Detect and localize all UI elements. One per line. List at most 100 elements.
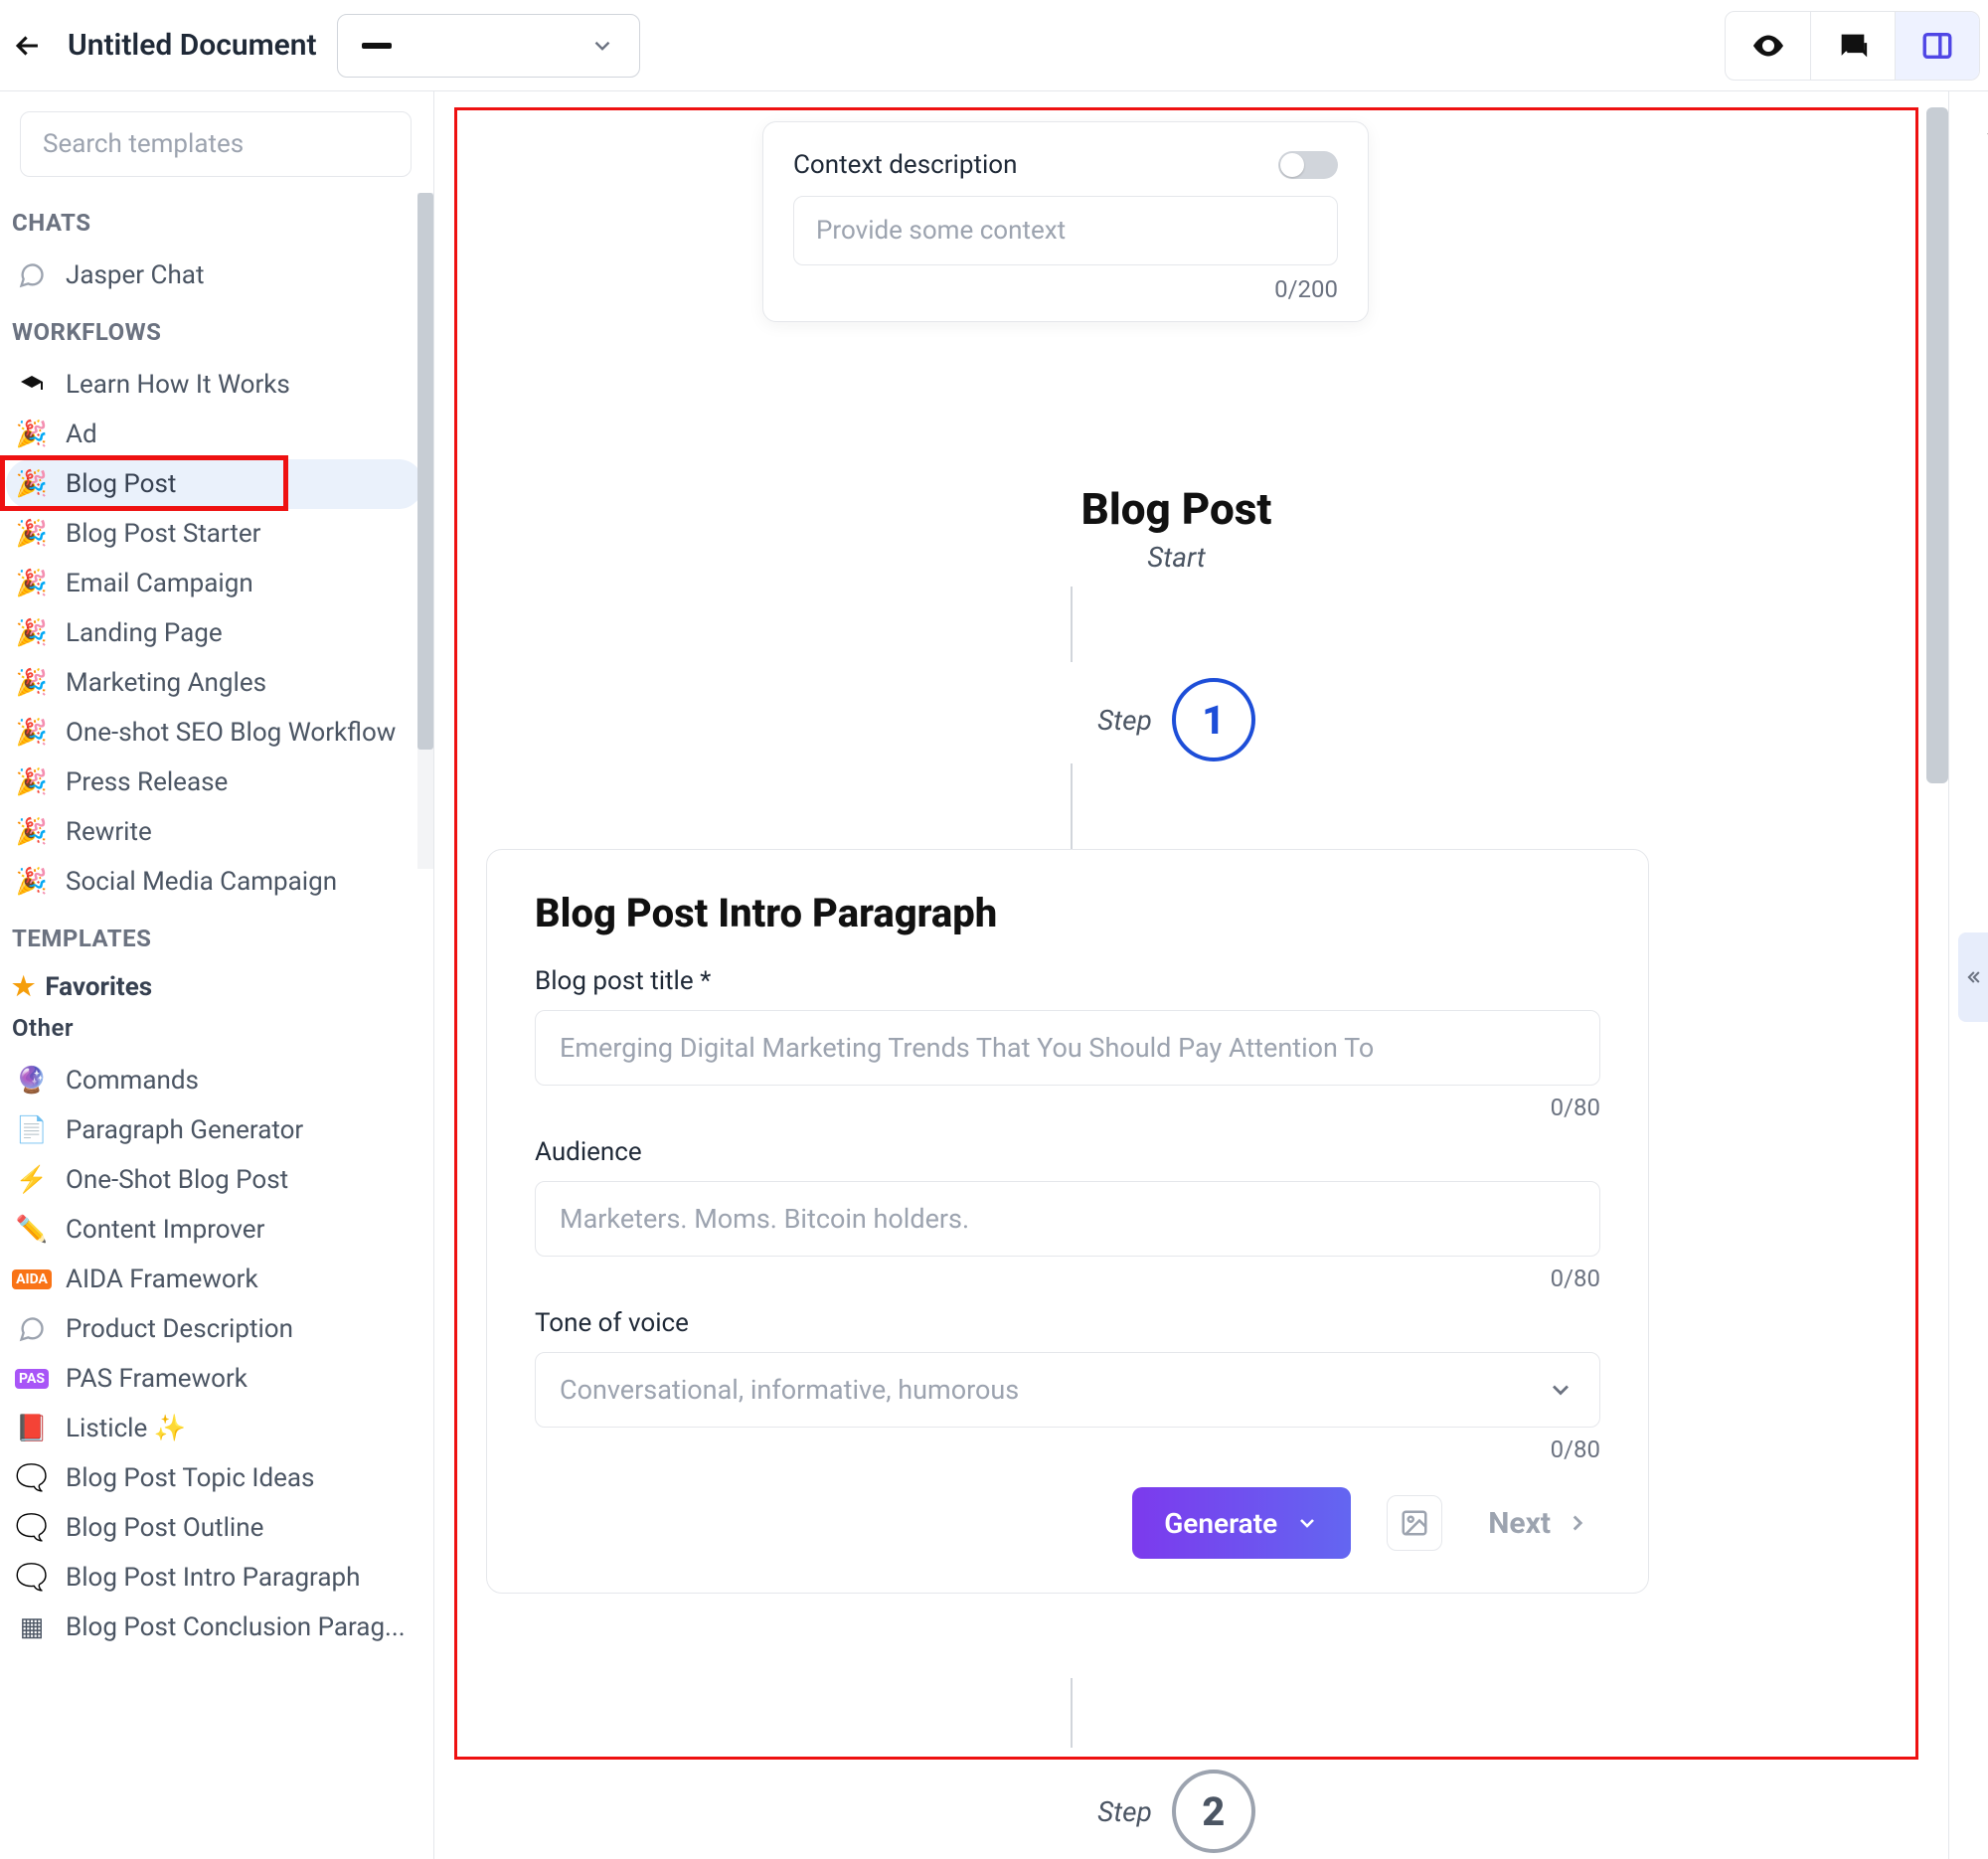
sidebar-item-one-shot-blog[interactable]: ⚡One-Shot Blog Post bbox=[6, 1155, 423, 1205]
panel-icon bbox=[1920, 29, 1954, 63]
workflows-heading: WORKFLOWS bbox=[6, 300, 423, 360]
chat-bubble-icon bbox=[16, 1313, 48, 1345]
sidebar-item-paragraph-generator[interactable]: 📄Paragraph Generator bbox=[6, 1105, 423, 1155]
main-canvas: Context description 0/200 Blog Post Star… bbox=[434, 91, 1988, 1859]
sidebar-item-ad[interactable]: 🎉 Ad bbox=[6, 410, 423, 459]
chat-bubble-icon bbox=[16, 259, 48, 291]
sparkle-icon: 🔮 bbox=[16, 1065, 48, 1097]
sidebar-item-content-improver[interactable]: ✏️Content Improver bbox=[6, 1205, 423, 1255]
chevron-down-icon[interactable] bbox=[1547, 1376, 1574, 1404]
templates-heading: TEMPLATES bbox=[6, 907, 423, 966]
right-gutter bbox=[1948, 91, 1988, 1859]
sidebar-item-label: Commands bbox=[66, 1066, 199, 1096]
sidebar-item-label: PAS Framework bbox=[66, 1364, 248, 1394]
sidebar-item-label: Listicle ✨ bbox=[66, 1414, 186, 1443]
highlight-box bbox=[0, 455, 288, 511]
rocket-icon: 🎉 bbox=[16, 419, 48, 450]
chat-icon bbox=[1836, 29, 1870, 63]
sidebar-item-email-campaign[interactable]: 🎉 Email Campaign bbox=[6, 559, 423, 608]
context-label: Context description bbox=[793, 150, 1017, 180]
generate-button[interactable]: Generate bbox=[1132, 1487, 1351, 1559]
sidebar-item-learn[interactable]: Learn How It Works bbox=[6, 360, 423, 410]
search-input[interactable] bbox=[20, 111, 412, 177]
sidebar-item-rewrite[interactable]: 🎉Rewrite bbox=[6, 807, 423, 857]
sidebar-item-aida[interactable]: AIDAAIDA Framework bbox=[6, 1255, 423, 1304]
chevron-left-double-icon bbox=[1963, 962, 1983, 992]
step-number: 2 bbox=[1202, 1788, 1225, 1835]
note-icon: 🗨️ bbox=[16, 1562, 48, 1594]
connector-line bbox=[1071, 1678, 1073, 1748]
sidebar-item-landing-page[interactable]: 🎉Landing Page bbox=[6, 608, 423, 658]
tone-counter: 0/80 bbox=[535, 1436, 1600, 1463]
chevron-right-icon bbox=[1565, 1510, 1590, 1536]
context-input[interactable] bbox=[793, 196, 1338, 265]
panel-toggle-button[interactable] bbox=[1895, 12, 1979, 80]
rocket-icon: 🎉 bbox=[16, 766, 48, 798]
context-counter: 0/200 bbox=[793, 275, 1338, 303]
sidebar-item-label: Email Campaign bbox=[66, 569, 253, 598]
sidebar-item-conclusion-paragraph[interactable]: ▦Blog Post Conclusion Parag... bbox=[6, 1603, 423, 1652]
sidebar-item-label: Marketing Angles bbox=[66, 668, 266, 698]
collapse-tab[interactable] bbox=[1958, 932, 1988, 1022]
sidebar-item-social-media[interactable]: 🎉 Social Media Campaign bbox=[6, 857, 423, 907]
connector-line bbox=[1071, 763, 1073, 851]
star-icon: ★ bbox=[12, 972, 35, 1002]
sidebar-item-marketing-angles[interactable]: 🎉Marketing Angles bbox=[6, 658, 423, 708]
sidebar-item-label: Product Description bbox=[66, 1314, 293, 1344]
intro-form-card: Blog Post Intro Paragraph Blog post titl… bbox=[486, 849, 1649, 1594]
undo-button[interactable] bbox=[1984, 121, 1988, 155]
blog-title-input[interactable] bbox=[535, 1010, 1600, 1086]
sidebar-item-label: Blog Post Outline bbox=[66, 1513, 263, 1543]
sidebar-item-blog-outline[interactable]: 🗨️Blog Post Outline bbox=[6, 1503, 423, 1553]
sidebar-item-seo-workflow[interactable]: 🎉One-shot SEO Blog Workflow bbox=[6, 708, 423, 758]
tone-input[interactable] bbox=[535, 1352, 1600, 1428]
sidebar-item-listicle[interactable]: 📕Listicle ✨ bbox=[6, 1404, 423, 1453]
sidebar-item-pas[interactable]: PAS PAS Framework bbox=[6, 1354, 423, 1404]
topbar-actions bbox=[1725, 11, 1980, 81]
mode-dropdown[interactable] bbox=[337, 14, 640, 78]
rocket-icon: 🎉 bbox=[16, 866, 48, 898]
step-1-circle[interactable]: 1 bbox=[1172, 678, 1255, 761]
audience-input[interactable] bbox=[535, 1181, 1600, 1257]
image-icon bbox=[1400, 1508, 1429, 1538]
step-number: 1 bbox=[1202, 697, 1225, 744]
other-heading: Other bbox=[6, 1008, 423, 1056]
sidebar-item-label: Social Media Campaign bbox=[66, 867, 337, 897]
eye-icon bbox=[1750, 28, 1786, 64]
favorites-row[interactable]: ★ Favorites bbox=[6, 966, 423, 1008]
sidebar-item-label: Paragraph Generator bbox=[66, 1115, 303, 1145]
step-label: Step bbox=[1097, 1795, 1152, 1828]
sidebar-item-product-description[interactable]: Product Description bbox=[6, 1304, 423, 1354]
sidebar-item-intro-paragraph[interactable]: 🗨️ Blog Post Intro Paragraph bbox=[6, 1553, 423, 1603]
image-button[interactable] bbox=[1387, 1495, 1442, 1551]
sidebar-item-press-release[interactable]: 🎉Press Release bbox=[6, 758, 423, 807]
step-2-row: Step 2 bbox=[434, 1770, 1918, 1853]
sidebar-item-blog-post-starter[interactable]: 🎉Blog Post Starter bbox=[6, 509, 423, 559]
chevron-down-icon bbox=[589, 33, 615, 59]
sidebar-scrollbar-thumb[interactable] bbox=[417, 193, 433, 750]
tone-label: Tone of voice bbox=[535, 1308, 1600, 1338]
next-label: Next bbox=[1488, 1506, 1551, 1541]
flow-subtitle: Start bbox=[434, 541, 1918, 574]
step-1-row: Step 1 bbox=[434, 678, 1918, 761]
sidebar: CHATS Jasper Chat WORKFLOWS Learn How It… bbox=[0, 91, 434, 1859]
step-2-circle[interactable]: 2 bbox=[1172, 1770, 1255, 1853]
preview-button[interactable] bbox=[1726, 12, 1810, 80]
topbar: Untitled Document bbox=[0, 0, 1988, 91]
context-toggle[interactable] bbox=[1278, 151, 1338, 179]
back-button[interactable] bbox=[8, 26, 48, 66]
sidebar-item-topic-ideas[interactable]: 🗨️Blog Post Topic Ideas bbox=[6, 1453, 423, 1503]
main-scrollbar-thumb[interactable] bbox=[1926, 107, 1948, 783]
chat-button[interactable] bbox=[1810, 12, 1895, 80]
flow-title-block: Blog Post Start bbox=[434, 483, 1918, 574]
sidebar-item-label: Blog Post Intro Paragraph bbox=[66, 1563, 360, 1593]
sidebar-item-jasper-chat[interactable]: Jasper Chat bbox=[6, 251, 423, 300]
badge-icon: PAS bbox=[16, 1363, 48, 1395]
bolt-icon: ⚡ bbox=[16, 1164, 48, 1196]
rocket-icon: 🎉 bbox=[16, 568, 48, 599]
note-icon: 🗨️ bbox=[16, 1462, 48, 1494]
sidebar-item-commands[interactable]: 🔮 Commands bbox=[6, 1056, 423, 1105]
next-button[interactable]: Next bbox=[1478, 1506, 1600, 1541]
wand-icon: ✏️ bbox=[16, 1214, 48, 1246]
document-title[interactable]: Untitled Document bbox=[68, 28, 317, 63]
